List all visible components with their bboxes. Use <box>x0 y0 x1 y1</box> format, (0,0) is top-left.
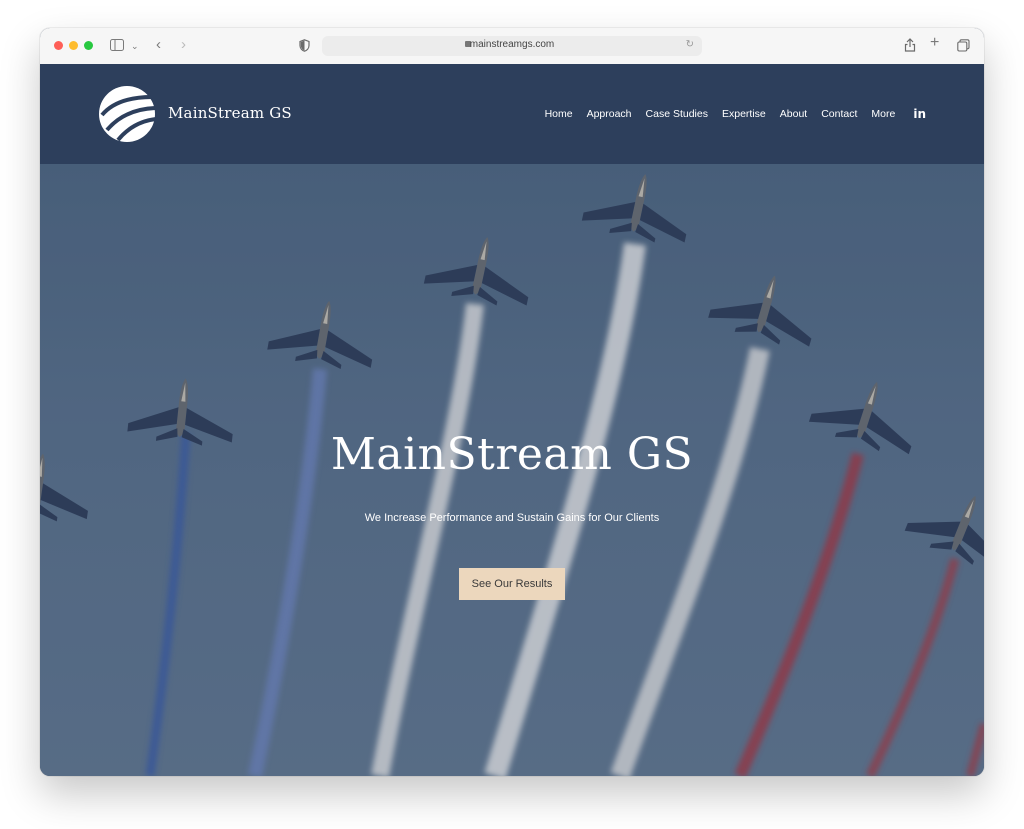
nav-more[interactable]: More <box>871 108 895 120</box>
nav-case-studies[interactable]: Case Studies <box>646 108 708 120</box>
privacy-shield-icon[interactable] <box>299 39 310 55</box>
close-window-button[interactable] <box>54 41 63 50</box>
main-nav: Home Approach Case Studies Expertise Abo… <box>545 107 926 121</box>
address-bar[interactable]: mainstreamgs.com ↻ <box>322 36 702 56</box>
hero-subtitle: We Increase Performance and Sustain Gain… <box>364 512 660 524</box>
forward-icon[interactable]: › <box>181 37 186 52</box>
nav-expertise[interactable]: Expertise <box>722 108 766 120</box>
hero-title: MainStream GS <box>330 429 694 480</box>
see-our-results-button[interactable]: See Our Results <box>459 568 565 600</box>
chevron-down-icon[interactable]: ⌄ <box>131 39 139 53</box>
reload-icon[interactable]: ↻ <box>686 39 694 50</box>
linkedin-icon[interactable]: in <box>913 107 926 121</box>
new-tab-icon[interactable]: + <box>930 35 939 51</box>
hero-section: MainStream GS We Increase Performance an… <box>40 164 984 776</box>
site-brand-name[interactable]: MainStream GS <box>168 104 292 122</box>
share-icon[interactable] <box>904 38 916 55</box>
sidebar-icon[interactable] <box>110 39 124 54</box>
nav-home[interactable]: Home <box>545 108 573 120</box>
browser-window: ⌄ ‹ › mainstreamgs.com ↻ + MainStream GS… <box>40 28 984 776</box>
site-header: MainStream GS Home Approach Case Studies… <box>40 64 984 164</box>
back-icon[interactable]: ‹ <box>156 37 161 52</box>
url-text: mainstreamgs.com <box>469 39 555 50</box>
browser-toolbar: ⌄ ‹ › mainstreamgs.com ↻ + <box>40 28 984 65</box>
minimize-window-button[interactable] <box>69 41 78 50</box>
nav-contact[interactable]: Contact <box>821 108 857 120</box>
nav-about[interactable]: About <box>780 108 807 120</box>
logo-icon[interactable] <box>98 85 156 143</box>
nav-approach[interactable]: Approach <box>587 108 632 120</box>
zoom-window-button[interactable] <box>84 41 93 50</box>
tabs-overview-icon[interactable] <box>957 39 970 55</box>
